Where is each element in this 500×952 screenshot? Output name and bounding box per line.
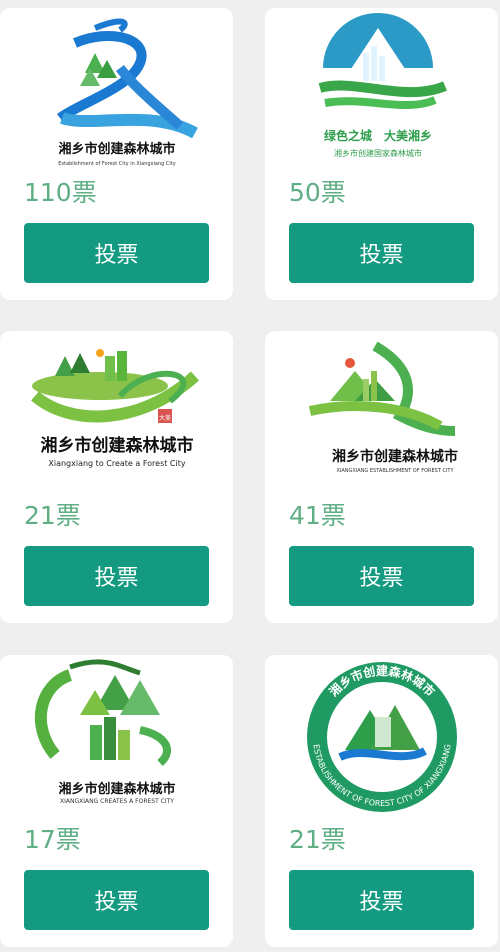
vote-count-6: 21票 (289, 825, 346, 854)
logo-subtitle-1: Establishment of Forest City in Xiangxia… (58, 161, 175, 167)
vote-button-1[interactable]: 投票 (24, 223, 209, 283)
logo-card-4: 湘乡市创建森林城市 XIANGXIANG ESTABLISHMENT OF FO… (265, 331, 498, 623)
logo-subtitle-2: 湘乡市创建国家森林城市 (334, 148, 422, 158)
logo-title-4: 湘乡市创建森林城市 (332, 448, 458, 465)
vote-count-2: 50票 (289, 178, 346, 207)
vote-count-1: 110票 (24, 178, 97, 207)
vote-button-4[interactable]: 投票 (289, 546, 474, 606)
vote-count-5: 17票 (24, 825, 81, 854)
vote-button-2[interactable]: 投票 (289, 223, 474, 283)
vote-button-3[interactable]: 投票 (24, 546, 209, 606)
logo-title-1: 湘乡市创建森林城市 (58, 141, 175, 157)
logo-image-5[interactable]: 湘乡市创建森林城市 XIANGXIANG CREATES A FOREST CI… (0, 655, 233, 815)
logo-title-3: 湘乡市创建森林城市 (41, 435, 194, 456)
logo-card-5: 湘乡市创建森林城市 XIANGXIANG CREATES A FOREST CI… (0, 655, 233, 947)
logo-subtitle-3: Xiangxiang to Create a Forest City (48, 459, 185, 468)
logo-subtitle-4: XIANGXIANG ESTABLISHMENT OF FOREST CITY (336, 468, 454, 474)
logo-card-1: 湘乡市创建森林城市 Establishment of Forest City i… (0, 8, 233, 300)
logo-card-2: 绿色之城 大美湘乡 湘乡市创建国家森林城市 50票 投票 (265, 8, 498, 300)
logo-title-2: 绿色之城 大美湘乡 (324, 128, 432, 143)
logo-image-4[interactable]: 湘乡市创建森林城市 XIANGXIANG ESTABLISHMENT OF FO… (265, 331, 498, 491)
logo-card-6: 湘乡市创建森林城市 ESTABLISHMENT OF FOREST CITY O… (265, 655, 498, 947)
logo-image-2[interactable]: 绿色之城 大美湘乡 湘乡市创建国家森林城市 (265, 8, 498, 168)
logo-title-5: 湘乡市创建森林城市 (58, 781, 175, 797)
logo-image-6[interactable]: 湘乡市创建森林城市 ESTABLISHMENT OF FOREST CITY O… (265, 655, 498, 815)
vote-count-4: 41票 (289, 501, 346, 530)
logo-card-3: 大美 湘乡市创建森林城市 Xiangxiang to Create a Fore… (0, 331, 233, 623)
logo-subtitle-5: XIANGXIANG CREATES A FOREST CITY (60, 798, 174, 805)
logo-seal-3: 大美 (159, 414, 171, 422)
vote-button-5[interactable]: 投票 (24, 870, 209, 930)
logo-image-1[interactable]: 湘乡市创建森林城市 Establishment of Forest City i… (0, 8, 233, 168)
vote-button-6[interactable]: 投票 (289, 870, 474, 930)
vote-count-3: 21票 (24, 501, 81, 530)
logo-image-3[interactable]: 大美 湘乡市创建森林城市 Xiangxiang to Create a Fore… (0, 331, 233, 491)
